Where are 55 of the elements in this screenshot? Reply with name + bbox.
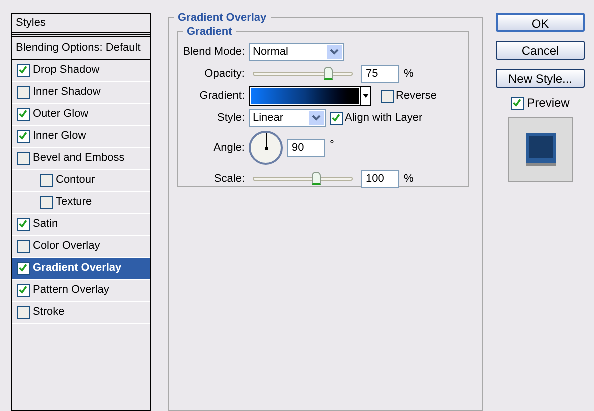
list-item[interactable]: Outer Glow	[12, 104, 150, 126]
checkbox[interactable]	[17, 152, 30, 165]
list-item[interactable]: Pattern Overlay	[12, 280, 150, 302]
unit-label: %	[404, 66, 414, 82]
gradient-picker[interactable]	[249, 86, 371, 106]
field-label: Scale:	[213, 172, 246, 187]
panel-title: Gradient Overlay	[174, 10, 271, 26]
unit-label: %	[404, 172, 414, 187]
list-item[interactable]: Inner Glow	[12, 126, 150, 148]
list-item[interactable]: Contour	[12, 170, 150, 192]
checkbox[interactable]	[17, 130, 30, 143]
checkbox[interactable]	[511, 96, 524, 110]
number-field[interactable]: 90	[287, 139, 325, 157]
checkbox-label: Align with Layer	[345, 110, 423, 126]
slider-thumb[interactable]	[324, 67, 334, 80]
checkbox[interactable]	[17, 306, 30, 319]
unit-label: °	[330, 138, 334, 153]
number-field[interactable]: 75	[361, 65, 399, 83]
number-field[interactable]: 100	[361, 170, 399, 188]
checkbox[interactable]	[17, 284, 30, 297]
checkbox[interactable]	[17, 262, 30, 275]
checkbox[interactable]	[40, 174, 53, 187]
list-item[interactable]: Texture	[12, 192, 150, 214]
field-label: Blend Mode:	[182, 44, 246, 60]
field-label: Opacity:	[204, 66, 246, 82]
slider-thumb[interactable]	[312, 172, 321, 185]
checkbox[interactable]	[40, 196, 53, 209]
preview-swatch-icon	[524, 132, 556, 168]
caret-icon	[360, 87, 370, 105]
checkbox[interactable]	[381, 90, 394, 102]
checkbox[interactable]	[17, 218, 30, 231]
field-label: Gradient:	[198, 88, 246, 104]
checkbox[interactable]	[17, 240, 30, 253]
dialog-button[interactable]: Cancel	[496, 41, 585, 60]
list-item[interactable]: Blending Options: Default	[12, 36, 150, 60]
checkbox[interactable]	[330, 112, 343, 124]
list-item[interactable]: Gradient Overlay	[12, 258, 150, 280]
checkbox-label: Preview	[527, 95, 570, 112]
list-item[interactable]: Bevel and Emboss	[12, 148, 150, 170]
panel-header: Styles	[12, 14, 150, 35]
dropdown[interactable]: Linear	[249, 109, 326, 127]
checkbox[interactable]	[17, 108, 30, 121]
field-label: Style:	[216, 110, 246, 126]
dialog-button[interactable]: New Style...	[496, 69, 585, 88]
angle-dial[interactable]	[249, 131, 283, 165]
list-item[interactable]: Drop Shadow	[12, 60, 150, 82]
checkbox[interactable]	[17, 64, 30, 77]
checkbox-label: Reverse	[396, 88, 437, 104]
list-item[interactable]: Satin	[12, 214, 150, 236]
list-item[interactable]: Stroke	[12, 302, 150, 324]
checkbox[interactable]	[17, 86, 30, 99]
dialog-button[interactable]: OK	[496, 13, 585, 32]
field-label: Angle:	[212, 140, 246, 156]
list-item[interactable]: Inner Shadow	[12, 82, 150, 104]
dropdown[interactable]: Normal	[249, 43, 344, 61]
